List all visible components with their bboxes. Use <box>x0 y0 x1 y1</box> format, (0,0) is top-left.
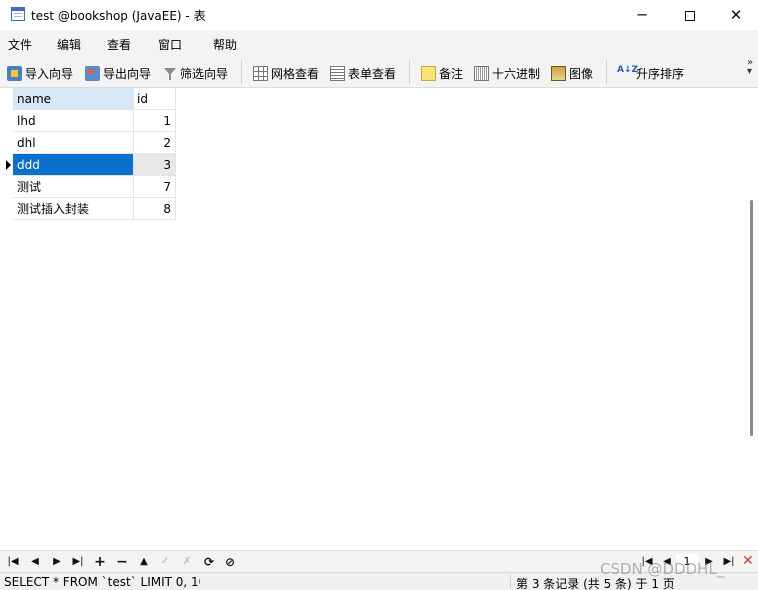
cell-name[interactable]: dhl <box>13 132 134 154</box>
filter-icon <box>163 66 177 81</box>
table-row[interactable]: dhl 2 <box>4 132 176 154</box>
memo-icon <box>421 65 436 81</box>
window-title: test @bookshop (JavaEE) - 表 <box>31 9 206 23</box>
current-row-indicator-icon <box>6 160 11 170</box>
import-wizard-label: 导入向导 <box>25 66 74 81</box>
watermark: CSDN @DDDHL_ <box>600 560 725 578</box>
menu-window[interactable]: 窗口 <box>158 36 182 53</box>
sort-ascending-label: 升序排序 <box>636 66 685 81</box>
status-divider <box>510 575 511 589</box>
export-wizard-button[interactable]: 导出向导 <box>85 64 151 82</box>
toolbar: 导入向导 导出向导 筛选向导 网格查看 表单查看 备注 十六进制 图像 A↓Z … <box>0 56 758 88</box>
sort-ascending-button[interactable]: A↓Z 升序排序 <box>617 64 684 82</box>
import-icon <box>7 65 22 81</box>
hex-icon <box>474 65 489 81</box>
grid-view-button[interactable]: 网格查看 <box>253 64 319 82</box>
title-bar: test @bookshop (JavaEE) - 表 ─ ✕ <box>0 0 758 30</box>
move-up-button[interactable]: ▲ <box>135 554 153 570</box>
next-record-button[interactable]: ▶ <box>48 554 66 570</box>
first-record-button[interactable]: |◀ <box>4 554 22 570</box>
clear-filter-icon[interactable]: ✕ <box>742 553 754 569</box>
menu-help[interactable]: 帮助 <box>213 36 237 53</box>
table-row-selected[interactable]: ddd 3 <box>4 154 176 176</box>
cell-name[interactable]: 测试 <box>13 176 134 198</box>
table-row[interactable]: 测试插入封装 8 <box>4 198 176 220</box>
refresh-button[interactable]: ⟳ <box>200 554 218 570</box>
cell-id[interactable]: 8 <box>134 198 176 220</box>
filter-wizard-label: 筛选向导 <box>180 66 229 81</box>
form-icon <box>330 65 345 81</box>
menu-edit[interactable]: 编辑 <box>57 36 81 53</box>
stop-button[interactable]: ⊘ <box>221 554 239 570</box>
memo-label: 备注 <box>439 66 464 81</box>
grid-icon <box>253 65 268 81</box>
apply-changes-button[interactable]: ✓ <box>156 554 174 570</box>
app-window: test @bookshop (JavaEE) - 表 ─ ✕ 文件 编辑 查看… <box>0 0 758 590</box>
cell-id[interactable]: 2 <box>134 132 176 154</box>
filter-wizard-button[interactable]: 筛选向导 <box>163 64 228 82</box>
image-icon <box>551 65 566 81</box>
status-sql-query: SELECT * FROM `test` LIMIT 0, 100 <box>4 575 200 589</box>
minimize-button[interactable]: ─ <box>619 0 665 30</box>
cell-id[interactable]: 1 <box>134 110 176 132</box>
cell-name[interactable]: ddd <box>13 154 134 176</box>
vertical-scrollbar[interactable] <box>745 88 758 550</box>
cell-name[interactable]: 测试插入封装 <box>13 198 134 220</box>
delete-record-button[interactable]: − <box>113 554 131 570</box>
cell-id[interactable]: 3 <box>134 154 176 176</box>
toolbar-separator <box>241 60 242 84</box>
scrollbar-thumb[interactable] <box>750 200 753 436</box>
menu-view[interactable]: 查看 <box>107 36 131 53</box>
toolbar-separator <box>409 60 410 84</box>
toolbar-overflow-icon[interactable]: » ▾ <box>747 58 753 77</box>
hex-label: 十六进制 <box>492 66 541 81</box>
export-icon <box>85 65 100 81</box>
image-label: 图像 <box>569 66 594 81</box>
table-row[interactable]: 测试 7 <box>4 176 176 198</box>
form-view-label: 表单查看 <box>348 66 397 81</box>
discard-changes-button[interactable]: ✗ <box>178 554 196 570</box>
column-header-id[interactable]: id <box>134 88 176 110</box>
hex-button[interactable]: 十六进制 <box>474 64 540 82</box>
maximize-button[interactable] <box>667 0 713 30</box>
last-record-button[interactable]: ▶| <box>69 554 87 570</box>
cell-id[interactable]: 7 <box>134 176 176 198</box>
import-wizard-button[interactable]: 导入向导 <box>7 64 73 82</box>
sort-ascending-icon: A↓Z <box>617 64 639 75</box>
grid-header-row: name id <box>4 88 176 110</box>
table-icon <box>11 7 25 21</box>
previous-record-button[interactable]: ◀ <box>26 554 44 570</box>
data-grid: name id lhd 1 dhl 2 ddd 3 测试 7 测试插入封装 8 <box>4 88 745 550</box>
cell-name[interactable]: lhd <box>13 110 134 132</box>
menu-bar: 文件 编辑 查看 窗口 帮助 <box>0 30 758 56</box>
table-row[interactable]: lhd 1 <box>4 110 176 132</box>
grid-view-label: 网格查看 <box>271 66 320 81</box>
column-header-name[interactable]: name <box>13 88 134 110</box>
maximize-icon <box>685 10 695 21</box>
form-view-button[interactable]: 表单查看 <box>330 64 396 82</box>
memo-button[interactable]: 备注 <box>421 64 463 82</box>
export-wizard-label: 导出向导 <box>103 66 152 81</box>
image-button[interactable]: 图像 <box>551 64 593 82</box>
add-record-button[interactable]: + <box>91 554 109 570</box>
menu-file[interactable]: 文件 <box>8 36 32 53</box>
close-button[interactable]: ✕ <box>713 0 758 30</box>
toolbar-separator <box>606 60 607 84</box>
